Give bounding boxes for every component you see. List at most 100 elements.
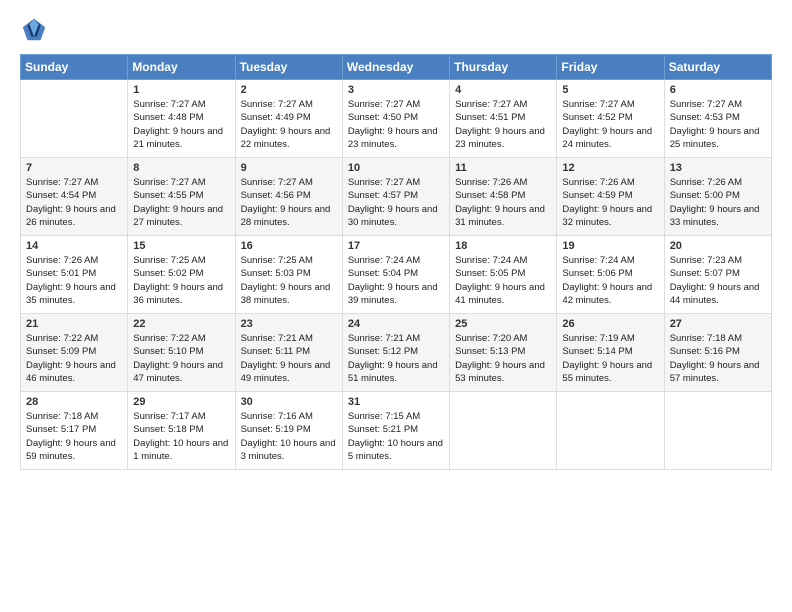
daylight-text: Daylight: 9 hours and 59 minutes. — [26, 437, 122, 464]
sunset-text: Sunset: 4:50 PM — [348, 111, 444, 124]
day-info: Sunrise: 7:23 AMSunset: 5:07 PMDaylight:… — [670, 254, 766, 307]
day-number: 16 — [241, 240, 337, 252]
sunrise-text: Sunrise: 7:20 AM — [455, 332, 551, 345]
calendar-cell: 31Sunrise: 7:15 AMSunset: 5:21 PMDayligh… — [342, 392, 449, 470]
sunset-text: Sunset: 4:55 PM — [133, 189, 229, 202]
sunset-text: Sunset: 4:51 PM — [455, 111, 551, 124]
calendar-table: SundayMondayTuesdayWednesdayThursdayFrid… — [20, 54, 772, 470]
calendar-cell: 21 Sunrise: 7:22 AMSunset: 5:09 PMDayligh… — [21, 314, 128, 392]
sunrise-text: Sunrise: 7:16 AM — [241, 410, 337, 423]
daylight-text: Daylight: 10 hours and 5 minutes. — [348, 437, 444, 464]
daylight-text: Daylight: 9 hours and 30 minutes. — [348, 203, 444, 230]
sunrise-text: Sunrise: 7:24 AM — [455, 254, 551, 267]
daylight-text: Daylight: 9 hours and 27 minutes. — [133, 203, 229, 230]
daylight-text: Daylight: 10 hours and 1 minute. — [133, 437, 229, 464]
sunset-text: Sunset: 4:52 PM — [562, 111, 658, 124]
sunrise-text: Sunrise: 7:27 AM — [670, 98, 766, 111]
day-number: 27 — [670, 318, 766, 330]
day-number: 8 — [133, 162, 229, 174]
day-info: Sunrise: 7:27 AMSunset: 4:53 PMDaylight:… — [670, 98, 766, 151]
calendar-cell: 25Sunrise: 7:20 AMSunset: 5:13 PMDayligh… — [450, 314, 557, 392]
day-info: Sunrise: 7:25 AMSunset: 5:03 PMDaylight:… — [241, 254, 337, 307]
sunrise-text: Sunrise: 7:27 AM — [133, 176, 229, 189]
day-info: Sunrise: 7:24 AMSunset: 5:06 PMDaylight:… — [562, 254, 658, 307]
sunset-text: Sunset: 5:10 PM — [133, 345, 229, 358]
week-row-5: 28Sunrise: 7:18 AMSunset: 5:17 PMDayligh… — [21, 392, 772, 470]
day-number: 13 — [670, 162, 766, 174]
calendar-cell: 18Sunrise: 7:24 AMSunset: 5:05 PMDayligh… — [450, 236, 557, 314]
day-number: 12 — [562, 162, 658, 174]
week-row-2: 7Sunrise: 7:27 AMSunset: 4:54 PMDaylight… — [21, 158, 772, 236]
sunset-text: Sunset: 4:56 PM — [241, 189, 337, 202]
sunrise-text: Sunrise: 7:17 AM — [133, 410, 229, 423]
sunset-text: Sunset: 4:54 PM — [26, 189, 122, 202]
col-header-saturday: Saturday — [664, 55, 771, 80]
day-number: 4 — [455, 84, 551, 96]
logo-icon — [20, 16, 48, 44]
day-number: 7 — [26, 162, 122, 174]
daylight-text: Daylight: 9 hours and 31 minutes. — [455, 203, 551, 230]
sunrise-text: Sunrise: 7:25 AM — [241, 254, 337, 267]
sunset-text: Sunset: 5:03 PM — [241, 267, 337, 280]
day-info: Sunrise: 7:18 AMSunset: 5:16 PMDaylight:… — [670, 332, 766, 385]
daylight-text: Daylight: 9 hours and 23 minutes. — [348, 125, 444, 152]
day-info: Sunrise: 7:22 AMSunset: 5:09 PMDaylight:… — [26, 332, 122, 385]
daylight-text: Daylight: 9 hours and 42 minutes. — [562, 281, 658, 308]
sunrise-text: Sunrise: 7:15 AM — [348, 410, 444, 423]
sunrise-text: Sunrise: 7:23 AM — [670, 254, 766, 267]
calendar-cell: 22 Sunrise: 7:22 AMSunset: 5:10 PMDayligh… — [128, 314, 235, 392]
calendar-cell: 5Sunrise: 7:27 AMSunset: 4:52 PMDaylight… — [557, 80, 664, 158]
calendar-cell: 30Sunrise: 7:16 AMSunset: 5:19 PMDayligh… — [235, 392, 342, 470]
sunset-text: Sunset: 4:48 PM — [133, 111, 229, 124]
day-number: 1 — [133, 84, 229, 96]
col-header-friday: Friday — [557, 55, 664, 80]
day-info: Sunrise: 7:27 AMSunset: 4:55 PMDaylight:… — [133, 176, 229, 229]
daylight-text: Daylight: 10 hours and 3 minutes. — [241, 437, 337, 464]
sunrise-text: Sunrise: 7:18 AM — [670, 332, 766, 345]
day-info: Sunrise: 7:27 AMSunset: 4:56 PMDaylight:… — [241, 176, 337, 229]
calendar-cell: 29Sunrise: 7:17 AMSunset: 5:18 PMDayligh… — [128, 392, 235, 470]
day-info: Sunrise: 7:16 AMSunset: 5:19 PMDaylight:… — [241, 410, 337, 463]
sunrise-text: Sunrise: 7:27 AM — [26, 176, 122, 189]
day-info: Sunrise: 7:24 AMSunset: 5:05 PMDaylight:… — [455, 254, 551, 307]
calendar-cell: 17Sunrise: 7:24 AMSunset: 5:04 PMDayligh… — [342, 236, 449, 314]
daylight-text: Daylight: 9 hours and 55 minutes. — [562, 359, 658, 386]
calendar-cell: 27 Sunrise: 7:18 AMSunset: 5:16 PMDayligh… — [664, 314, 771, 392]
day-number: 2 — [241, 84, 337, 96]
sunset-text: Sunset: 5:19 PM — [241, 423, 337, 436]
calendar-cell: 19Sunrise: 7:24 AMSunset: 5:06 PMDayligh… — [557, 236, 664, 314]
logo — [20, 16, 52, 44]
sunset-text: Sunset: 5:18 PM — [133, 423, 229, 436]
sunset-text: Sunset: 5:09 PM — [26, 345, 122, 358]
sunset-text: Sunset: 5:01 PM — [26, 267, 122, 280]
daylight-text: Daylight: 9 hours and 26 minutes. — [26, 203, 122, 230]
day-info: Sunrise: 7:26 AMSunset: 5:00 PMDaylight:… — [670, 176, 766, 229]
daylight-text: Daylight: 9 hours and 51 minutes. — [348, 359, 444, 386]
day-number: 10 — [348, 162, 444, 174]
col-header-thursday: Thursday — [450, 55, 557, 80]
calendar-cell: 1Sunrise: 7:27 AMSunset: 4:48 PMDaylight… — [128, 80, 235, 158]
daylight-text: Daylight: 9 hours and 57 minutes. — [670, 359, 766, 386]
col-header-sunday: Sunday — [21, 55, 128, 80]
week-row-4: 21 Sunrise: 7:22 AMSunset: 5:09 PMDayligh… — [21, 314, 772, 392]
column-header-row: SundayMondayTuesdayWednesdayThursdayFrid… — [21, 55, 772, 80]
calendar-cell: 24Sunrise: 7:21 AMSunset: 5:12 PMDayligh… — [342, 314, 449, 392]
day-info: Sunrise: 7:20 AMSunset: 5:13 PMDaylight:… — [455, 332, 551, 385]
day-info: Sunrise: 7:22 AMSunset: 5:10 PMDaylight:… — [133, 332, 229, 385]
sunrise-text: Sunrise: 7:21 AM — [241, 332, 337, 345]
calendar-cell: 13 Sunrise: 7:26 AMSunset: 5:00 PMDayligh… — [664, 158, 771, 236]
day-info: Sunrise: 7:25 AMSunset: 5:02 PMDaylight:… — [133, 254, 229, 307]
day-number: 15 — [133, 240, 229, 252]
day-info: Sunrise: 7:27 AMSunset: 4:52 PMDaylight:… — [562, 98, 658, 151]
day-info: Sunrise: 7:26 AMSunset: 5:01 PMDaylight:… — [26, 254, 122, 307]
day-number: 22 — [133, 318, 229, 330]
col-header-tuesday: Tuesday — [235, 55, 342, 80]
sunrise-text: Sunrise: 7:25 AM — [133, 254, 229, 267]
day-info: Sunrise: 7:27 AMSunset: 4:49 PMDaylight:… — [241, 98, 337, 151]
sunset-text: Sunset: 4:58 PM — [455, 189, 551, 202]
col-header-monday: Monday — [128, 55, 235, 80]
sunrise-text: Sunrise: 7:27 AM — [133, 98, 229, 111]
day-number: 31 — [348, 396, 444, 408]
day-number: 23 — [241, 318, 337, 330]
day-number: 21 — [26, 318, 122, 330]
